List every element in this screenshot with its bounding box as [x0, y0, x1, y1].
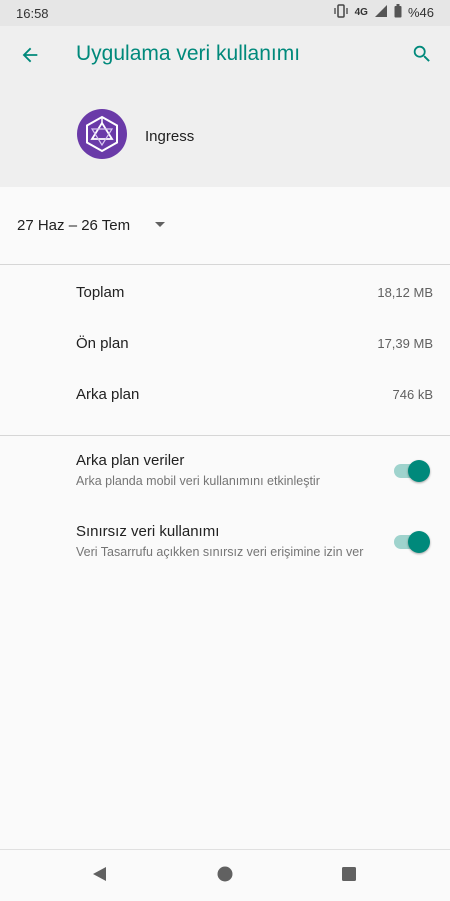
battery-icon [394, 4, 402, 21]
cycle-dropdown[interactable]: 27 Haz – 26 Tem [0, 187, 450, 264]
background-data-setting[interactable]: Arka plan veriler Arka planda mobil veri… [0, 440, 450, 500]
usage-value: 18,12 MB [377, 285, 433, 300]
search-icon [411, 43, 433, 70]
battery-percent: %46 [407, 5, 434, 20]
app-bar: Uygulama veri kullanımı [0, 26, 450, 88]
nav-back-button[interactable] [87, 864, 111, 888]
divider [0, 264, 450, 265]
back-button[interactable] [14, 41, 46, 73]
toggle-thumb [408, 531, 430, 553]
nav-recents-button[interactable] [337, 864, 361, 888]
status-time: 16:58 [16, 6, 49, 21]
search-button[interactable] [406, 40, 438, 72]
unrestricted-data-toggle[interactable] [394, 531, 430, 553]
back-triangle-icon [90, 865, 108, 888]
usage-row-foreground: Ön plan 17,39 MB [0, 318, 450, 369]
ingress-icon [77, 109, 127, 159]
usage-row-background: Arka plan 746 kB [0, 369, 450, 420]
page-title: Uygulama veri kullanımı [76, 42, 301, 65]
usage-label: Ön plan [76, 335, 129, 352]
usage-value: 17,39 MB [377, 336, 433, 351]
vibrate-icon [333, 4, 349, 21]
dropdown-arrow-icon [155, 222, 165, 227]
usage-label: Arka plan [76, 386, 140, 403]
toggle-thumb [408, 460, 430, 482]
home-circle-icon [216, 865, 234, 888]
setting-title: Sınırsız veri kullanımı [76, 523, 220, 540]
background-data-toggle[interactable] [394, 460, 430, 482]
app-name: Ingress [145, 128, 195, 145]
status-icons: 4G %46 [333, 4, 434, 21]
setting-summary: Arka planda mobil veri kullanımını etkin… [76, 474, 320, 488]
arrow-back-icon [19, 44, 41, 71]
network-4g-icon: 4G [354, 7, 368, 18]
setting-summary: Veri Tasarrufu açıkken sınırsız veri eri… [76, 545, 364, 559]
signal-icon [374, 4, 388, 21]
cycle-label: 27 Haz – 26 Tem [17, 217, 131, 234]
usage-label: Toplam [76, 284, 125, 301]
nav-home-button[interactable] [213, 864, 237, 888]
recents-square-icon [340, 865, 358, 888]
setting-title: Arka plan veriler [76, 452, 185, 469]
navigation-bar [0, 849, 450, 901]
unrestricted-data-setting[interactable]: Sınırsız veri kullanımı Veri Tasarrufu a… [0, 511, 450, 571]
app-header: Ingress [0, 88, 450, 187]
status-bar: 16:58 4G %46 [0, 0, 450, 26]
usage-row-total: Toplam 18,12 MB [0, 267, 450, 318]
usage-value: 746 kB [392, 387, 433, 402]
divider [0, 435, 450, 436]
